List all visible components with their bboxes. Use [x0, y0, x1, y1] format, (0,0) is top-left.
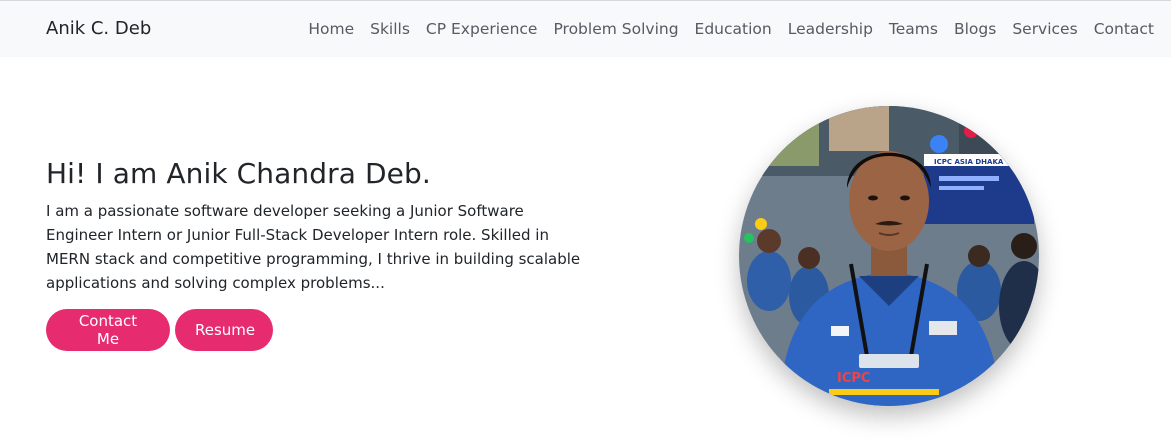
hero-description: I am a passionate software developer see… — [46, 202, 581, 292]
nav-link-leadership[interactable]: Leadership — [788, 20, 873, 38]
hero-section: Hi! I am Anik Chandra Deb. I am a passio… — [46, 156, 606, 351]
brand-link[interactable]: Anik C. Deb — [46, 1, 151, 57]
nav-link-home[interactable]: Home — [308, 20, 354, 38]
nav-link-contact[interactable]: Contact — [1094, 20, 1154, 38]
nav-link-problem-solving[interactable]: Problem Solving — [553, 20, 678, 38]
profile-photo-illustration: ICPC ASIA DHAKA ICPC — [739, 106, 1039, 406]
nav-links: Home Skills CP Experience Problem Solvin… — [308, 1, 1154, 57]
navbar: Anik C. Deb Home Skills CP Experience Pr… — [0, 1, 1171, 57]
profile-photo: ICPC ASIA DHAKA ICPC — [739, 106, 1039, 406]
resume-button[interactable]: Resume — [175, 309, 273, 351]
svg-text:ICPC: ICPC — [837, 371, 870, 386]
nav-link-skills[interactable]: Skills — [370, 20, 410, 38]
banner-text: ICPC ASIA DHAKA — [934, 158, 1004, 166]
nav-link-services[interactable]: Services — [1012, 20, 1077, 38]
hero-buttons: Contact Me Resume — [46, 309, 606, 351]
nav-link-blogs[interactable]: Blogs — [954, 20, 996, 38]
nav-link-teams[interactable]: Teams — [889, 20, 938, 38]
nav-link-cp-experience[interactable]: CP Experience — [426, 20, 538, 38]
hero-title: Hi! I am Anik Chandra Deb. — [46, 157, 431, 190]
nav-link-education[interactable]: Education — [695, 20, 772, 38]
contact-me-button[interactable]: Contact Me — [46, 309, 170, 351]
